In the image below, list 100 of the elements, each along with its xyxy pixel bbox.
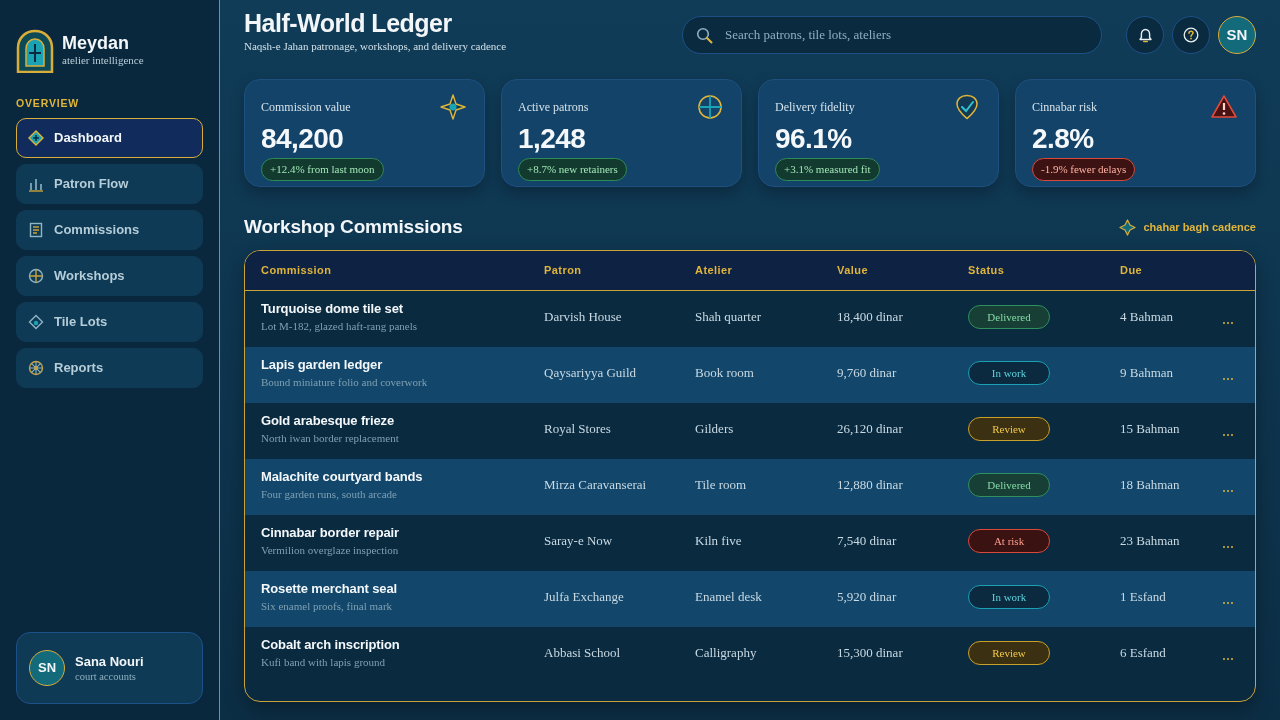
due-cell-text: 4 Bahman: [1120, 308, 1174, 327]
status-pill: Delivered: [968, 473, 1050, 497]
status-pill: In work: [968, 585, 1050, 609]
crosshair-circle-icon: [28, 268, 44, 284]
change-pill: -1.9% fewer delays: [1032, 158, 1136, 181]
stat-value: 2.8%: [1032, 123, 1094, 155]
stat-label: Commission value: [261, 99, 351, 116]
wheel-icon: [28, 360, 44, 376]
patron-cell-text: Mirza Caravanserai: [544, 476, 647, 495]
value-cell-text: 5,920 dinar: [837, 588, 897, 607]
status-pill: Delivered: [968, 305, 1050, 329]
sparkle-icon: [440, 94, 466, 120]
arch-window-logo: [16, 29, 54, 73]
account-avatar[interactable]: SN: [1218, 16, 1256, 54]
atelier-cell-text: Tile room: [695, 476, 747, 495]
commission-title: Lapis garden ledger: [261, 356, 384, 374]
commission-detail: Vermilion overglaze inspection: [261, 543, 399, 558]
commission-detail: Bound miniature folio and coverwork: [261, 375, 428, 390]
commission-title: Cobalt arch inscription: [261, 636, 400, 654]
change-pill: +3.1% measured fit: [775, 158, 880, 181]
change-pill: +8.7% new retainers: [518, 158, 627, 181]
help-button[interactable]: [1172, 16, 1210, 54]
user-role: court accounts: [75, 669, 137, 683]
value-cell-text: 9,760 dinar: [837, 364, 897, 383]
nav-item[interactable]: Dashboard: [16, 118, 203, 158]
search-icon: [696, 27, 713, 44]
value-cell-text: 26,120 dinar: [837, 420, 903, 439]
commission-title: Malachite courtyard bands: [261, 468, 423, 486]
column-header: Due: [1120, 263, 1143, 279]
change-pill: +12.4% from last moon: [261, 158, 384, 181]
patron-cell-text: Qaysariyya Guild: [544, 364, 637, 383]
stat-label: Cinnabar risk: [1032, 99, 1097, 116]
status-pill: Review: [968, 417, 1050, 441]
search-field[interactable]: Search patrons, tile lots, ateliers: [682, 16, 1102, 54]
value-cell-text: 18,400 dinar: [837, 308, 903, 327]
commission-detail: Four garden runs, south arcade: [261, 487, 398, 502]
atelier-cell-text: Kiln five: [695, 532, 742, 551]
nav-item[interactable]: Workshops: [16, 256, 203, 296]
commission-detail: North iwan border replacement: [261, 431, 399, 446]
column-header: Value: [837, 263, 868, 279]
four-point-star-icon: [1118, 218, 1136, 236]
bell-icon: [1137, 27, 1153, 43]
atelier-cell-text: Calligraphy: [695, 644, 757, 663]
due-cell-text: 23 Bahman: [1120, 532, 1180, 551]
bar-chart-icon: [28, 176, 44, 192]
nav-item[interactable]: Tile Lots: [16, 302, 203, 342]
commission-title: Rosette merchant seal: [261, 580, 397, 598]
nav-item[interactable]: Commissions: [16, 210, 203, 250]
commission-detail: Six enamel proofs, final mark: [261, 599, 394, 614]
nav-item[interactable]: Patron Flow: [16, 164, 203, 204]
atelier-cell-text: Shah quarter: [695, 308, 762, 327]
help-icon: [1183, 27, 1199, 43]
stat-value: 96.1%: [775, 123, 852, 155]
user-name: Sana Nouri: [75, 653, 144, 670]
brand-name: Meydan: [62, 31, 131, 54]
stat-value: 1,248: [518, 123, 586, 155]
column-header: Commission: [261, 263, 332, 279]
status-pill: In work: [968, 361, 1050, 385]
cadence-label: chahar bagh cadence: [1143, 219, 1256, 235]
stat-label: Active patrons: [518, 99, 589, 116]
patron-cell-text: Saray-e Now: [544, 532, 613, 551]
value-cell-text: 15,300 dinar: [837, 644, 903, 663]
page-subtitle: Naqsh-e Jahan patronage, workshops, and delivery cadence: [244, 39, 507, 53]
patron-cell-text: Darvish House: [544, 308, 622, 327]
section-label: OVERVIEW: [16, 97, 80, 110]
due-cell-text: 1 Esfand: [1120, 588, 1166, 607]
stat-value: 84,200: [261, 123, 344, 155]
status-pill: Review: [968, 641, 1050, 665]
shield-check-icon: [954, 94, 980, 120]
commission-detail: Kufi band with lapis ground: [261, 655, 387, 670]
due-cell-text: 9 Bahman: [1120, 364, 1174, 383]
column-header: Patron: [544, 263, 582, 279]
value-cell-text: 7,540 dinar: [837, 532, 897, 551]
patron-cell-text: Julfa Exchange: [544, 588, 624, 607]
atelier-cell-text: Book room: [695, 364, 754, 383]
section-title: Workshop Commissions: [244, 214, 463, 239]
user-avatar: SN: [29, 650, 65, 686]
crosshair-circle-icon: [697, 94, 723, 120]
patron-cell-text: Royal Stores: [544, 420, 611, 439]
column-header: Status: [968, 263, 1005, 279]
due-cell-text: 15 Bahman: [1120, 420, 1180, 439]
document-icon: [28, 222, 44, 238]
patron-cell-text: Abbasi School: [544, 644, 621, 663]
due-cell-text: 18 Bahman: [1120, 476, 1180, 495]
notifications-button[interactable]: [1126, 16, 1164, 54]
commission-detail: Lot M-182, glazed haft-rang panels: [261, 319, 418, 334]
column-header: Atelier: [695, 263, 733, 279]
atelier-cell-text: Enamel desk: [695, 588, 762, 607]
value-cell-text: 12,880 dinar: [837, 476, 903, 495]
stat-label: Delivery fidelity: [775, 99, 855, 116]
atelier-cell-text: Gilders: [695, 420, 734, 439]
warning-icon: [1211, 94, 1237, 120]
diamond-icon: [28, 130, 44, 146]
commission-title: Gold arabesque frieze: [261, 412, 396, 430]
nav-item[interactable]: Reports: [16, 348, 203, 388]
commission-title: Turquoise dome tile set: [261, 300, 404, 318]
brand-tagline: atelier intelligence: [62, 53, 144, 67]
due-cell-text: 6 Esfand: [1120, 644, 1166, 663]
page-title: Half-World Ledger: [244, 8, 453, 38]
commission-title: Cinnabar border repair: [261, 524, 399, 542]
